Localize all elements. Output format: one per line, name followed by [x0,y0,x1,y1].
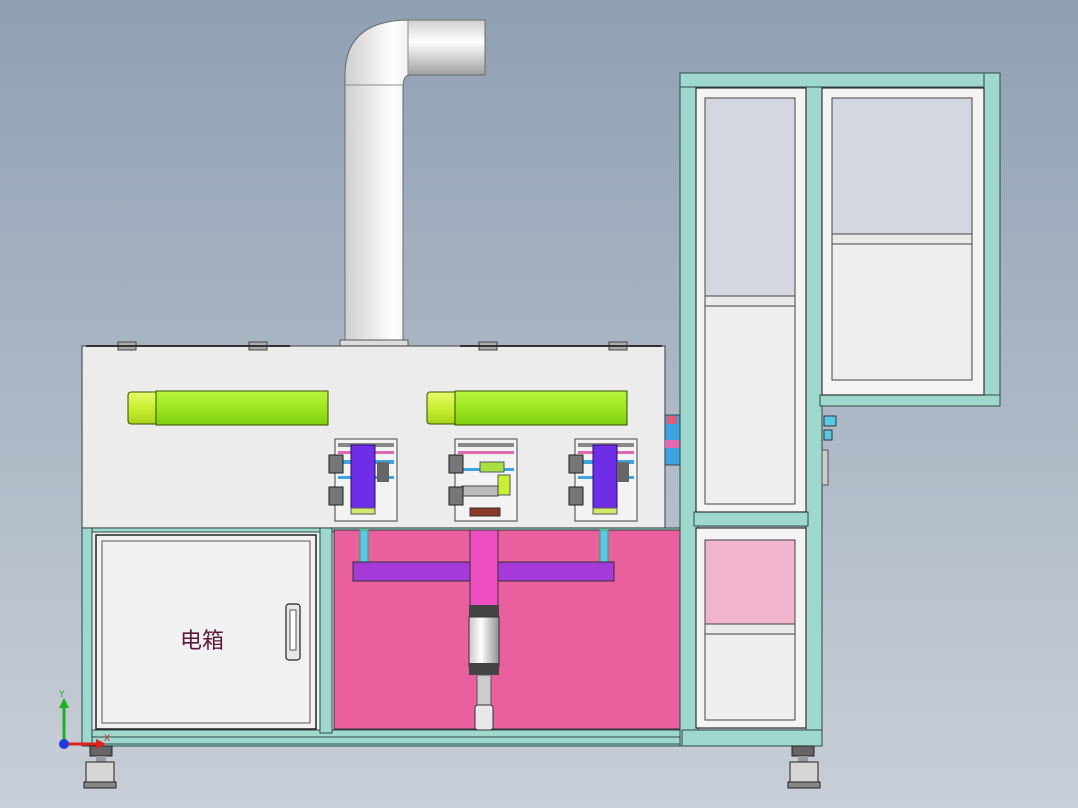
x-axis-label: X [104,734,110,744]
electrical-box-label: 电箱 [180,629,224,654]
lime-cylinder-left[interactable] [127,390,329,426]
cabinet-door-lower[interactable] [695,527,807,729]
side-connector [664,414,681,466]
cad-viewport[interactable]: 电箱 Y X [0,0,1078,808]
y-axis-label: Y [58,690,65,700]
fixture-station-2[interactable] [448,438,518,522]
lime-cylinder-right[interactable] [426,390,628,426]
machine-model-view[interactable]: 电箱 Y X [0,0,1078,808]
fixture-station-1[interactable] [328,438,398,522]
fixture-station-3[interactable] [568,438,638,522]
cabinet-door-upper-right[interactable] [821,87,985,396]
cabinet-door-upper-left[interactable] [695,87,807,513]
pink-panel[interactable] [333,529,681,731]
